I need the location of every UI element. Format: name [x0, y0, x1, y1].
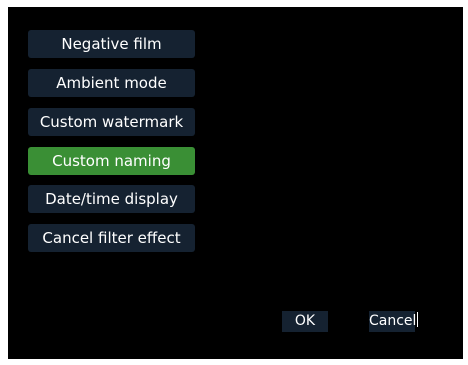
menu-item-custom-naming[interactable]: Custom naming	[28, 147, 195, 175]
menu-item-label: Date/time display	[45, 190, 178, 208]
settings-screen: Negative film Ambient mode Custom waterm…	[8, 7, 463, 359]
ok-button-label: OK	[294, 313, 316, 329]
menu-item-label: Cancel filter effect	[42, 229, 181, 247]
menu-item-custom-watermark[interactable]: Custom watermark	[28, 108, 195, 136]
menu-item-cancel-filter-effect[interactable]: Cancel filter effect	[28, 224, 195, 252]
menu-item-label: Negative film	[61, 35, 162, 53]
menu-item-label: Ambient mode	[56, 74, 167, 92]
cancel-button[interactable]: Cancel	[369, 311, 419, 332]
menu-item-ambient-mode[interactable]: Ambient mode	[28, 69, 195, 97]
menu-item-label: Custom watermark	[39, 113, 184, 131]
ok-button[interactable]: OK	[282, 311, 328, 332]
menu-item-date-time-display[interactable]: Date/time display	[28, 185, 195, 213]
menu-item-label: Custom naming	[52, 152, 171, 170]
text-cursor	[417, 312, 419, 327]
menu-item-negative-film[interactable]: Negative film	[28, 30, 195, 58]
cancel-button-label: Cancel	[369, 313, 417, 329]
